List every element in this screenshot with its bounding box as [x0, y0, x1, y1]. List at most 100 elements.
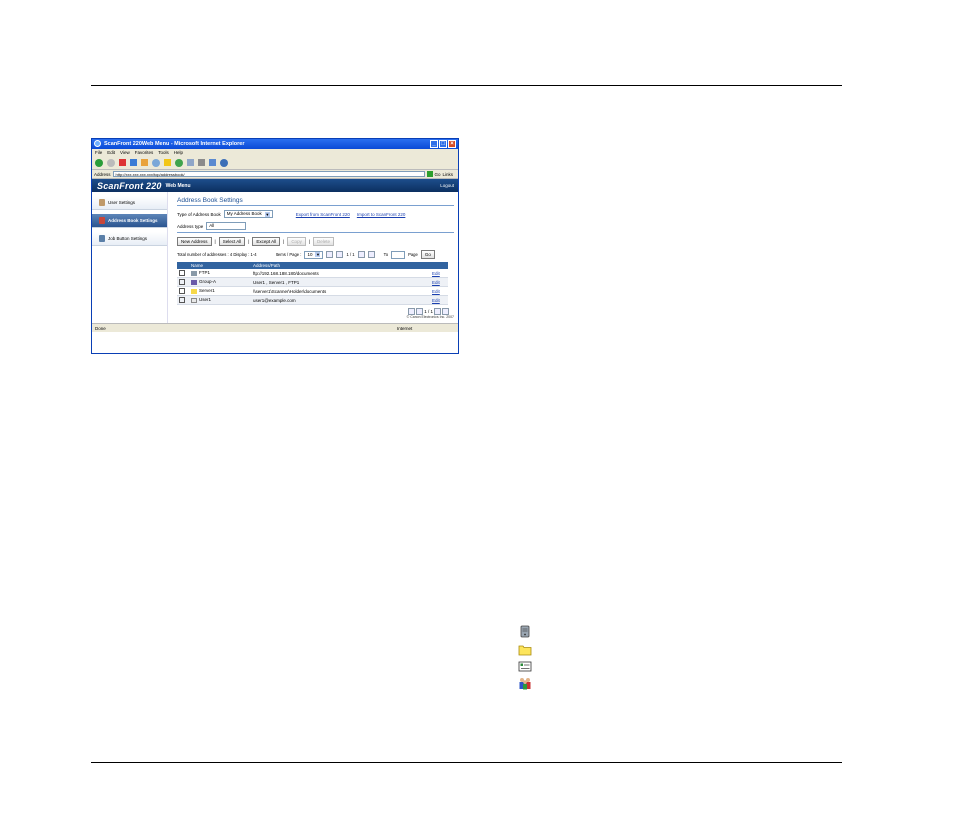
- refresh-icon[interactable]: [130, 159, 137, 166]
- type-select[interactable]: My Address Book ▼: [223, 210, 273, 218]
- table-row: Server1 \\server1\Scanner\Holder\documen…: [177, 286, 448, 296]
- print-icon[interactable]: [198, 159, 205, 166]
- search-icon[interactable]: [152, 158, 160, 167]
- menu-help[interactable]: Help: [174, 150, 183, 155]
- status-zone: Internet: [397, 325, 413, 331]
- close-icon[interactable]: ×: [448, 140, 456, 148]
- column-header-path[interactable]: Address/Path: [251, 262, 430, 269]
- browser-screenshot: ScanFront 220Web Menu - Microsoft Intern…: [91, 138, 459, 354]
- go-label[interactable]: Go: [435, 172, 441, 177]
- page-go-button[interactable]: Go: [420, 250, 435, 259]
- favorites-icon[interactable]: [164, 159, 171, 166]
- app-subtitle: Web Menu: [165, 182, 191, 189]
- address-label: Address: [94, 171, 111, 177]
- email-user-icon: [518, 661, 532, 672]
- stop-icon[interactable]: [119, 159, 126, 166]
- row-name: FTP1: [199, 270, 211, 276]
- select-all-button[interactable]: Select All: [218, 237, 246, 246]
- mail-icon[interactable]: [187, 159, 194, 166]
- delete-button[interactable]: Delete: [313, 237, 335, 246]
- app-logo: ScanFront 220: [97, 180, 162, 191]
- main-content: Address Book Settings Type of Address Bo…: [168, 192, 458, 323]
- table-row: FTP1 ftp://192.168.188.180/documents Edi…: [177, 269, 448, 278]
- app-header: ScanFront 220 Web Menu Logout: [92, 179, 458, 192]
- browser-menubar: File Edit View Favorites Tools Help: [92, 149, 458, 156]
- row-path: \\server1\Scanner\Holder\documents: [251, 286, 430, 296]
- row-path: user1@example.com: [251, 295, 430, 305]
- separator: |: [308, 239, 310, 244]
- divider: [177, 232, 454, 233]
- sidebar-item-label: User Settings: [108, 200, 136, 205]
- group-icon: [191, 279, 197, 285]
- copy-button[interactable]: Copy: [287, 237, 306, 246]
- minimize-icon[interactable]: _: [430, 140, 438, 148]
- prev-page-icon[interactable]: [416, 308, 424, 315]
- sidebar-item-job-button[interactable]: Job Button Settings: [92, 232, 167, 246]
- next-page-icon[interactable]: [434, 308, 441, 315]
- email-user-icon: [191, 297, 197, 303]
- next-page-icon[interactable]: [357, 251, 365, 258]
- links-label[interactable]: Links: [443, 172, 454, 177]
- address-bar: Address http://xxx.xxx.xxx.xxx/top/addre…: [92, 170, 458, 179]
- items-per-page-select[interactable]: 10 ▼: [304, 250, 324, 259]
- export-link[interactable]: Export from ScanFront 220: [296, 212, 350, 217]
- address-type-select[interactable]: All: [206, 222, 247, 230]
- menu-favorites[interactable]: Favorites: [135, 150, 154, 155]
- forward-icon[interactable]: [107, 158, 115, 167]
- folder-icon: [191, 288, 197, 294]
- row-name: User1: [199, 297, 212, 303]
- folder-icon: [518, 645, 532, 656]
- status-bar: Done Internet: [92, 323, 458, 332]
- row-checkbox[interactable]: [179, 278, 185, 285]
- edit-icon[interactable]: [209, 159, 216, 166]
- user-icon: [99, 199, 105, 206]
- edit-link[interactable]: Edit: [432, 280, 440, 285]
- address-book-icon: [99, 217, 105, 224]
- edit-link[interactable]: Edit: [432, 271, 440, 276]
- first-page-icon[interactable]: [408, 308, 416, 315]
- ftp-server-icon: [191, 270, 197, 276]
- first-page-icon[interactable]: [326, 251, 334, 258]
- except-all-button[interactable]: Except All: [252, 237, 281, 246]
- edit-link[interactable]: Edit: [432, 289, 440, 294]
- prev-page-icon[interactable]: [336, 251, 344, 258]
- to-label: To: [383, 252, 389, 257]
- row-name: Group-A: [199, 279, 217, 285]
- browser-title: ScanFront 220Web Menu - Microsoft Intern…: [104, 141, 245, 147]
- new-address-button[interactable]: New Address: [177, 237, 212, 246]
- row-checkbox[interactable]: [179, 296, 185, 303]
- group-icon: [519, 678, 531, 690]
- page-info: 1 / 1: [346, 252, 355, 257]
- page-number-input[interactable]: [391, 250, 406, 259]
- sidebar-item-label: Job Button Settings: [108, 236, 148, 241]
- sidebar-item-label: Address Book Settings: [108, 218, 158, 223]
- menu-edit[interactable]: Edit: [107, 150, 115, 155]
- header-action-col: [430, 262, 448, 269]
- last-page-icon[interactable]: [442, 308, 449, 315]
- edit-link[interactable]: Edit: [432, 298, 440, 303]
- import-link[interactable]: Import to ScanFront 220: [357, 212, 406, 217]
- go-icon[interactable]: [426, 171, 433, 177]
- back-icon[interactable]: [95, 158, 103, 167]
- menu-file[interactable]: File: [95, 150, 102, 155]
- row-checkbox[interactable]: [179, 287, 185, 294]
- row-checkbox[interactable]: [179, 269, 185, 276]
- logout-link[interactable]: Logout: [440, 183, 454, 188]
- page-info: 1 / 1: [424, 309, 433, 314]
- menu-view[interactable]: View: [120, 150, 130, 155]
- messenger-icon[interactable]: [220, 158, 228, 167]
- job-button-icon: [99, 235, 105, 242]
- address-input[interactable]: http://xxx.xxx.xxx.xxx/top/addressbook/: [112, 171, 425, 177]
- chevron-down-icon: ▼: [315, 252, 321, 257]
- menu-tools[interactable]: Tools: [158, 150, 169, 155]
- sidebar-item-user-settings[interactable]: User Settings: [92, 196, 167, 210]
- top-rule: [91, 85, 842, 86]
- last-page-icon[interactable]: [367, 251, 375, 258]
- address-summary: Total number of addresses : 4 Display : …: [177, 252, 257, 257]
- history-icon[interactable]: [175, 158, 183, 167]
- maximize-icon[interactable]: □: [439, 140, 447, 148]
- page-label: Page: [408, 252, 418, 257]
- sidebar-item-address-book[interactable]: Address Book Settings: [92, 214, 167, 228]
- column-header-name[interactable]: Name: [189, 262, 251, 269]
- home-icon[interactable]: [141, 159, 148, 166]
